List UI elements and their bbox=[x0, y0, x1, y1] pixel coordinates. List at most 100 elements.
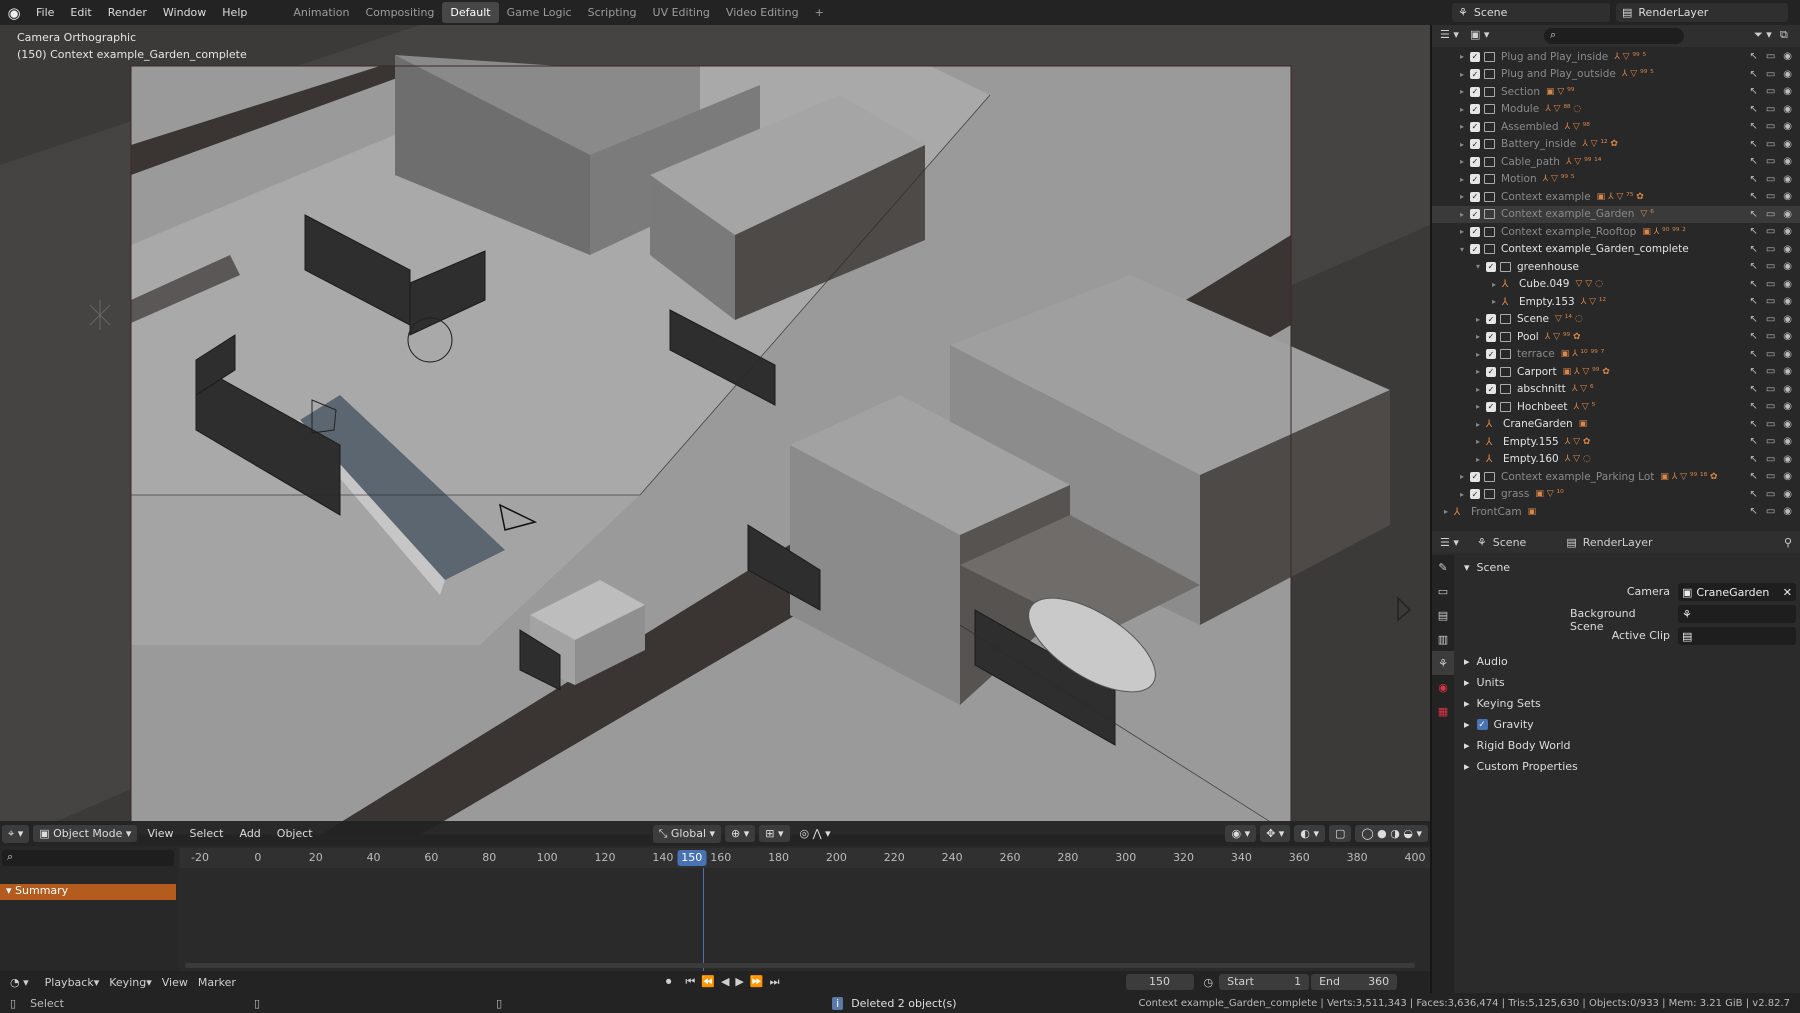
scene-panel-header[interactable]: ▾ Scene bbox=[1464, 561, 1510, 574]
tab-scripting[interactable]: Scripting bbox=[580, 2, 645, 23]
disclosure-triangle-icon[interactable]: ▸ bbox=[1432, 437, 1486, 446]
disclosure-triangle-icon[interactable]: ▸ bbox=[1432, 420, 1486, 429]
render-toggle-icon[interactable]: ◉ bbox=[1783, 401, 1792, 412]
render-toggle-icon[interactable]: ◉ bbox=[1783, 296, 1792, 307]
timeline-ruler[interactable]: -20 0 20 40 60 80 100 120 140 150 160 180 200 220 240 2… bbox=[180, 848, 1430, 868]
render-toggle-icon[interactable]: ◉ bbox=[1783, 104, 1792, 115]
select-toggle-icon[interactable]: ↖ bbox=[1749, 209, 1757, 220]
properties-editor-icon[interactable]: ☰ ▾ bbox=[1440, 536, 1459, 549]
menu-playback[interactable]: Playback bbox=[45, 976, 94, 989]
include-checkbox[interactable]: ✓ bbox=[1486, 314, 1496, 325]
outliner-row[interactable]: ▸ ✓ Pool ⅄ ▽ ⁹⁹ ✿ ↖ ▭ ◉ bbox=[1432, 328, 1800, 346]
outliner-row[interactable]: ▸ ✓ grass ▣ ▽ ¹⁰ ↖ ▭ ◉ bbox=[1432, 486, 1800, 504]
current-frame-field[interactable]: 150 bbox=[1125, 974, 1194, 990]
clock-icon[interactable]: ◷ bbox=[1204, 976, 1214, 989]
viewport-toggle-icon[interactable]: ▭ bbox=[1766, 191, 1775, 202]
include-checkbox[interactable]: ✓ bbox=[1470, 209, 1480, 220]
timeline[interactable]: ⌕ ▾ Summary -20 0 20 40 60 80 100 120 140 150 160 1… bbox=[0, 846, 1430, 993]
shading-icons[interactable]: ◯ ● ◑ ◒ ▾ bbox=[1355, 825, 1428, 842]
menu-window[interactable]: Window bbox=[155, 6, 214, 19]
current-frame-indicator[interactable]: 150 bbox=[677, 850, 707, 866]
panel-rigid-body-world[interactable]: ▸ Rigid Body World bbox=[1464, 739, 1571, 752]
timeline-search-input[interactable]: ⌕ bbox=[2, 850, 174, 866]
overlay-icon[interactable]: ◐ ▾ bbox=[1294, 825, 1325, 842]
pivot-point-icon[interactable]: ⊕ ▾ bbox=[725, 825, 756, 842]
render-toggle-icon[interactable]: ◉ bbox=[1783, 86, 1792, 97]
background-scene-field[interactable]: ⚘ bbox=[1678, 605, 1796, 623]
select-toggle-icon[interactable]: ↖ bbox=[1749, 156, 1757, 167]
select-toggle-icon[interactable]: ↖ bbox=[1749, 174, 1757, 185]
proportional-edit-icon[interactable]: ◎ ⋀ ▾ bbox=[794, 825, 837, 842]
disclosure-triangle-icon[interactable]: ▸ bbox=[1432, 350, 1486, 359]
disclosure-triangle-icon[interactable]: ▸ bbox=[1432, 192, 1470, 201]
outliner-row[interactable]: ▸ ⅄ Cube.049 ▽ ▽ ◌ ↖ ▭ ◉ bbox=[1432, 276, 1800, 294]
clear-camera-icon[interactable]: ✕ bbox=[1783, 586, 1792, 599]
include-checkbox[interactable]: ✓ bbox=[1470, 174, 1480, 185]
viewport-toggle-icon[interactable]: ▭ bbox=[1766, 261, 1775, 272]
disclosure-triangle-icon[interactable]: ▸ bbox=[1432, 52, 1470, 61]
disclosure-triangle-icon[interactable]: ▸ bbox=[1432, 157, 1470, 166]
render-toggle-icon[interactable]: ◉ bbox=[1783, 226, 1792, 237]
select-toggle-icon[interactable]: ↖ bbox=[1749, 471, 1757, 482]
outliner-row[interactable]: ▸ ✓ terrace ▣ ⅄ ¹⁰ ⁹⁹ ⁷ ↖ ▭ ◉ bbox=[1432, 346, 1800, 364]
view-layer-tab-icon[interactable]: ▥ bbox=[1432, 627, 1454, 651]
disclosure-triangle-icon[interactable]: ▸ bbox=[1432, 140, 1470, 149]
viewport-toggle-icon[interactable]: ▭ bbox=[1766, 489, 1775, 500]
start-frame-field[interactable]: Start 1 bbox=[1219, 974, 1310, 990]
viewport-toggle-icon[interactable]: ▭ bbox=[1766, 419, 1775, 430]
disclosure-triangle-icon[interactable]: ▾ bbox=[1432, 262, 1486, 271]
summary-row[interactable]: ▾ Summary bbox=[0, 884, 176, 900]
include-checkbox[interactable]: ✓ bbox=[1470, 139, 1480, 150]
include-checkbox[interactable]: ✓ bbox=[1486, 366, 1496, 377]
menu-select[interactable]: Select bbox=[184, 825, 230, 842]
disclosure-triangle-icon[interactable]: ▸ bbox=[1432, 385, 1486, 394]
disclosure-triangle-icon[interactable]: ▸ bbox=[1432, 367, 1486, 376]
menu-file[interactable]: File bbox=[28, 6, 62, 19]
render-toggle-icon[interactable]: ◉ bbox=[1783, 51, 1792, 62]
viewport-toggle-icon[interactable]: ▭ bbox=[1766, 384, 1775, 395]
select-toggle-icon[interactable]: ↖ bbox=[1749, 104, 1757, 115]
outliner-row[interactable]: ▸ ⅄ CraneGarden ▣ ↖ ▭ ◉ bbox=[1432, 416, 1800, 434]
disclosure-triangle-icon[interactable]: ▸ bbox=[1432, 332, 1486, 341]
render-toggle-icon[interactable]: ◉ bbox=[1783, 419, 1792, 430]
select-toggle-icon[interactable]: ↖ bbox=[1749, 279, 1757, 290]
outliner-row[interactable]: ▸ ✓ Plug and Play_inside ⅄ ▽ ⁹⁹ ⁵ ↖ ▭ ◉ bbox=[1432, 48, 1800, 66]
viewport-toggle-icon[interactable]: ▭ bbox=[1766, 314, 1775, 325]
viewport-toggle-icon[interactable]: ▭ bbox=[1766, 69, 1775, 80]
camera-field[interactable]: ▣ CraneGarden ✕ bbox=[1678, 583, 1796, 601]
include-checkbox[interactable]: ✓ bbox=[1470, 226, 1480, 237]
outliner-row[interactable]: ▸ ✓ Motion ⅄ ▽ ⁹⁹ ⁵ ↖ ▭ ◉ bbox=[1432, 171, 1800, 189]
outliner-row[interactable]: ▸ ✓ Module ⅄ ▽ ⁸⁸ ◌ ↖ ▭ ◉ bbox=[1432, 101, 1800, 119]
disclosure-triangle-icon[interactable]: ▸ bbox=[1432, 297, 1502, 306]
select-toggle-icon[interactable]: ↖ bbox=[1749, 244, 1757, 255]
viewport-toggle-icon[interactable]: ▭ bbox=[1766, 104, 1775, 115]
outliner-row[interactable]: ▸ ✓ Assembled ⅄ ▽ ⁹⁸ ↖ ▭ ◉ bbox=[1432, 118, 1800, 136]
add-workspace-button[interactable]: + bbox=[807, 2, 832, 23]
select-toggle-icon[interactable]: ↖ bbox=[1749, 191, 1757, 202]
outliner-row[interactable]: ▸ ⅄ Empty.155 ⅄ ▽ ✿ ↖ ▭ ◉ bbox=[1432, 433, 1800, 451]
tool-tab-icon[interactable]: ✎ bbox=[1432, 555, 1454, 579]
render-toggle-icon[interactable]: ◉ bbox=[1783, 69, 1792, 80]
disclosure-triangle-icon[interactable]: ▸ bbox=[1432, 105, 1470, 114]
outliner-row[interactable]: ▸ ⅄ Empty.160 ⅄ ▽ ◌ ↖ ▭ ◉ bbox=[1432, 451, 1800, 469]
area-divider[interactable] bbox=[1430, 25, 1432, 993]
tab-uv-editing[interactable]: UV Editing bbox=[645, 2, 718, 23]
select-toggle-icon[interactable]: ↖ bbox=[1749, 401, 1757, 412]
include-checkbox[interactable]: ✓ bbox=[1470, 489, 1480, 500]
include-checkbox[interactable]: ✓ bbox=[1486, 331, 1496, 342]
tab-compositing[interactable]: Compositing bbox=[357, 2, 442, 23]
editor-type-button[interactable]: ⌖ ▾ bbox=[2, 824, 30, 843]
disclosure-triangle-icon[interactable]: ▸ bbox=[1432, 87, 1470, 96]
render-toggle-icon[interactable]: ◉ bbox=[1783, 261, 1792, 272]
playback-controls-icon[interactable]: ⏮⏪◀▶⏩⏭ bbox=[685, 975, 785, 989]
display-mode-icon[interactable]: ▣ ▾ bbox=[1470, 28, 1489, 41]
disclosure-triangle-icon[interactable]: ▸ bbox=[1432, 402, 1486, 411]
disclosure-triangle-icon[interactable]: ▸ bbox=[1432, 507, 1454, 516]
panel-keying-sets[interactable]: ▸ Keying Sets bbox=[1464, 697, 1541, 710]
select-toggle-icon[interactable]: ↖ bbox=[1749, 261, 1757, 272]
tab-video-editing[interactable]: Video Editing bbox=[718, 2, 807, 23]
viewport-toggle-icon[interactable]: ▭ bbox=[1766, 401, 1775, 412]
render-toggle-icon[interactable]: ◉ bbox=[1783, 156, 1792, 167]
menu-view[interactable]: View bbox=[141, 825, 179, 842]
select-toggle-icon[interactable]: ↖ bbox=[1749, 419, 1757, 430]
